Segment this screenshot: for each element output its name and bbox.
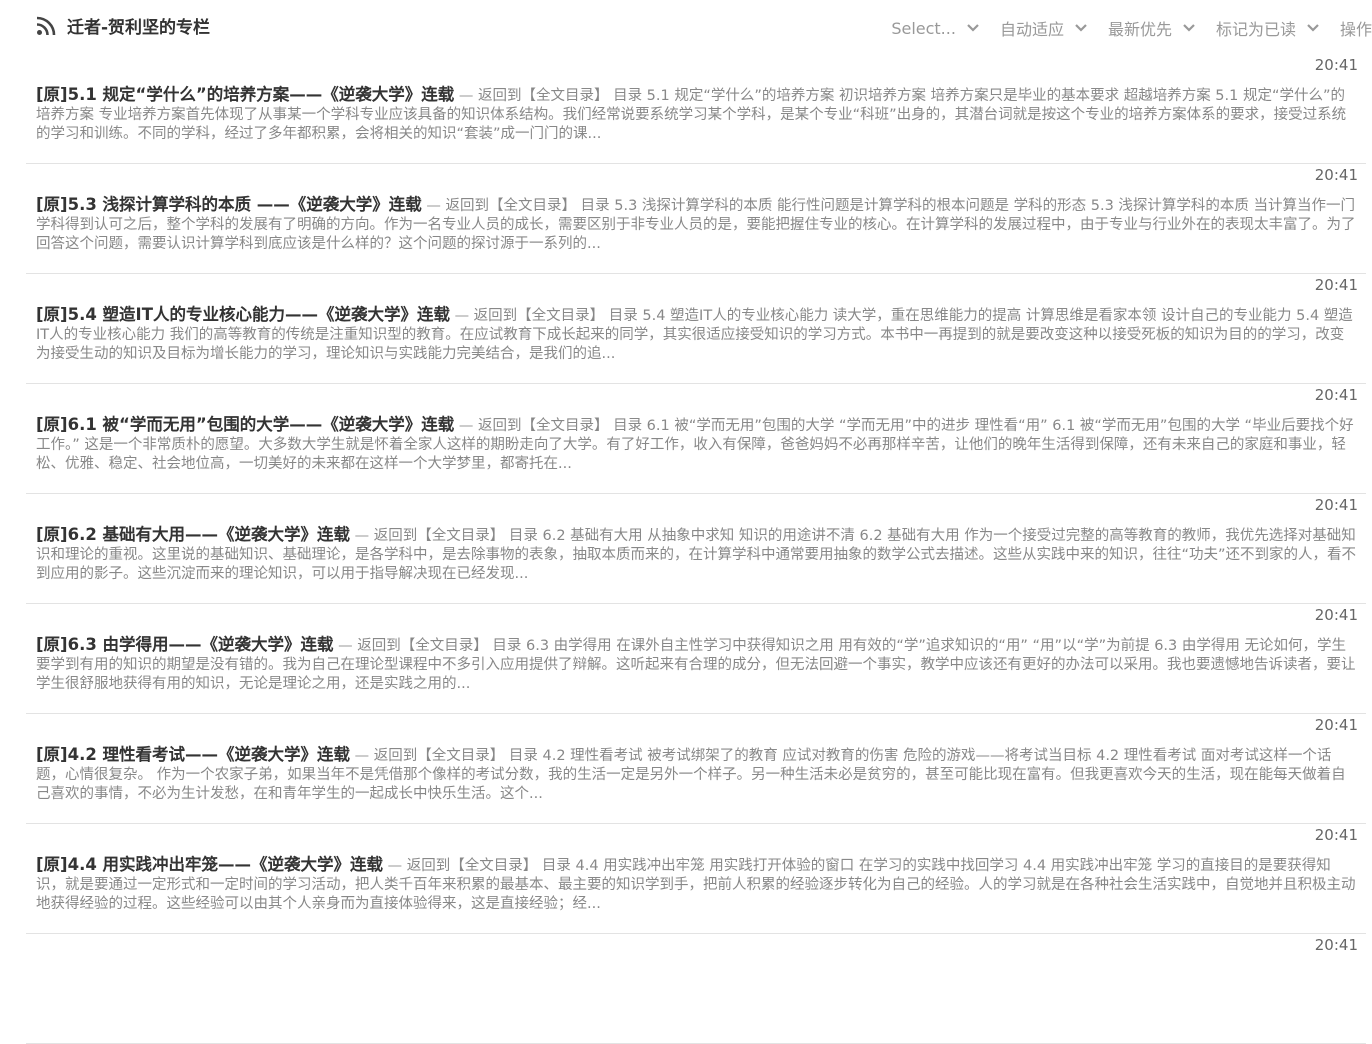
list-item[interactable]: 20:41 [原]5.3 浅探计算学科的本质 ——《逆袭大学》连载 — 返回到【… bbox=[26, 164, 1366, 274]
item-separator: — bbox=[387, 858, 403, 874]
list-item[interactable]: 20:41 [原]6.1 被“学而无用”包围的大学——《逆袭大学》连载 — 返回… bbox=[26, 384, 1366, 494]
chevron-down-icon bbox=[1183, 24, 1195, 32]
item-separator: — bbox=[354, 528, 370, 544]
item-separator: — bbox=[354, 748, 370, 764]
item-body: [原]5.4 塑造IT人的专业核心能力——《逆袭大学》连载 — 返回到【全文目录… bbox=[36, 305, 1358, 362]
list-item[interactable]: 20:41 [原]5.4 塑造IT人的专业核心能力——《逆袭大学》连载 — 返回… bbox=[26, 274, 1366, 384]
article-list: 20:41 [原]5.1 规定“学什么”的培养方案——《逆袭大学》连载 — 返回… bbox=[26, 54, 1366, 1044]
dropdown-label: 标记为已读 bbox=[1215, 20, 1296, 39]
item-body: [原]4.4 用实践冲出牢笼——《逆袭大学》连载 — 返回到【全文目录】 目录 … bbox=[36, 855, 1358, 912]
item-separator: — bbox=[458, 88, 474, 104]
item-time: 20:41 bbox=[1314, 936, 1358, 954]
dropdown-label: 最新优先 bbox=[1107, 20, 1172, 39]
item-title[interactable]: [原]4.4 用实践冲出牢笼——《逆袭大学》连载 bbox=[36, 855, 383, 874]
item-time: 20:41 bbox=[1314, 496, 1358, 514]
list-item[interactable]: 20:41 [原]4.4 用实践冲出牢笼——《逆袭大学》连载 — 返回到【全文目… bbox=[26, 824, 1366, 934]
item-separator: — bbox=[426, 198, 441, 214]
item-time: 20:41 bbox=[1314, 716, 1358, 734]
item-title[interactable]: [原]6.3 由学得用——《逆袭大学》连载 bbox=[36, 635, 334, 654]
item-title[interactable]: [原]4.2 理性看考试——《逆袭大学》连载 bbox=[36, 745, 350, 764]
item-time: 20:41 bbox=[1314, 606, 1358, 624]
feed-name: 迁者-贺利坚的专栏 bbox=[67, 18, 211, 38]
item-title[interactable]: [原]5.4 塑造IT人的专业核心能力——《逆袭大学》连载 bbox=[36, 305, 450, 324]
list-item[interactable]: 20:41 bbox=[26, 934, 1366, 1044]
dropdown-label: Select... bbox=[891, 18, 956, 38]
item-time: 20:41 bbox=[1314, 386, 1358, 404]
item-body: [原]5.1 规定“学什么”的培养方案——《逆袭大学》连载 — 返回到【全文目录… bbox=[36, 85, 1358, 142]
item-time: 20:41 bbox=[1314, 56, 1358, 74]
item-time: 20:41 bbox=[1314, 166, 1358, 184]
chevron-down-icon bbox=[1075, 24, 1087, 32]
feed-title[interactable]: 迁者-贺利坚的专栏 bbox=[36, 13, 210, 38]
item-separator: — bbox=[338, 638, 353, 654]
item-title[interactable]: [原]6.2 基础有大用——《逆袭大学》连载 bbox=[36, 525, 350, 544]
item-title[interactable]: [原]6.1 被“学而无用”包围的大学——《逆袭大学》连载 bbox=[36, 415, 454, 434]
auto-fit-dropdown[interactable]: 自动适应 bbox=[1000, 16, 1088, 40]
view-select-dropdown[interactable]: Select... bbox=[891, 19, 980, 38]
actions-dropdown[interactable]: 操作 bbox=[1340, 16, 1372, 40]
list-item[interactable]: 20:41 [原]6.2 基础有大用——《逆袭大学》连载 — 返回到【全文目录】… bbox=[26, 494, 1366, 604]
item-time: 20:41 bbox=[1314, 826, 1358, 844]
dropdown-label: 自动适应 bbox=[999, 20, 1064, 39]
dropdown-label: 操作 bbox=[1339, 20, 1372, 39]
list-item[interactable]: 20:41 [原]6.3 由学得用——《逆袭大学》连载 — 返回到【全文目录】 … bbox=[26, 604, 1366, 714]
item-body: [原]6.2 基础有大用——《逆袭大学》连载 — 返回到【全文目录】 目录 6.… bbox=[36, 525, 1358, 582]
item-separator: — bbox=[454, 308, 470, 324]
item-body: [原]6.1 被“学而无用”包围的大学——《逆袭大学》连载 — 返回到【全文目录… bbox=[36, 415, 1358, 472]
item-body: [原]5.3 浅探计算学科的本质 ——《逆袭大学》连载 — 返回到【全文目录】 … bbox=[36, 195, 1358, 252]
item-title[interactable]: [原]5.3 浅探计算学科的本质 ——《逆袭大学》连载 bbox=[36, 195, 422, 214]
mark-as-read-dropdown[interactable]: 标记为已读 bbox=[1216, 16, 1320, 40]
item-body: [原]4.2 理性看考试——《逆袭大学》连载 — 返回到【全文目录】 目录 4.… bbox=[36, 745, 1358, 802]
item-separator: — bbox=[458, 418, 474, 434]
item-title[interactable]: [原]5.1 规定“学什么”的培养方案——《逆袭大学》连载 bbox=[36, 85, 454, 104]
sort-order-dropdown[interactable]: 最新优先 bbox=[1108, 16, 1196, 40]
chevron-down-icon bbox=[967, 24, 979, 32]
list-item[interactable]: 20:41 [原]4.2 理性看考试——《逆袭大学》连载 — 返回到【全文目录】… bbox=[26, 714, 1366, 824]
rss-icon bbox=[36, 16, 56, 35]
item-body: [原]6.3 由学得用——《逆袭大学》连载 — 返回到【全文目录】 目录 6.3… bbox=[36, 635, 1358, 692]
item-time: 20:41 bbox=[1314, 276, 1358, 294]
chevron-down-icon bbox=[1307, 24, 1319, 32]
toolbar: Select... 自动适应 最新优先 标记为已读 操作 bbox=[891, 16, 1372, 40]
list-item[interactable]: 20:41 [原]5.1 规定“学什么”的培养方案——《逆袭大学》连载 — 返回… bbox=[26, 54, 1366, 164]
feed-header: 迁者-贺利坚的专栏 Select... 自动适应 最新优先 标记为已读 操作 bbox=[0, 0, 1372, 54]
